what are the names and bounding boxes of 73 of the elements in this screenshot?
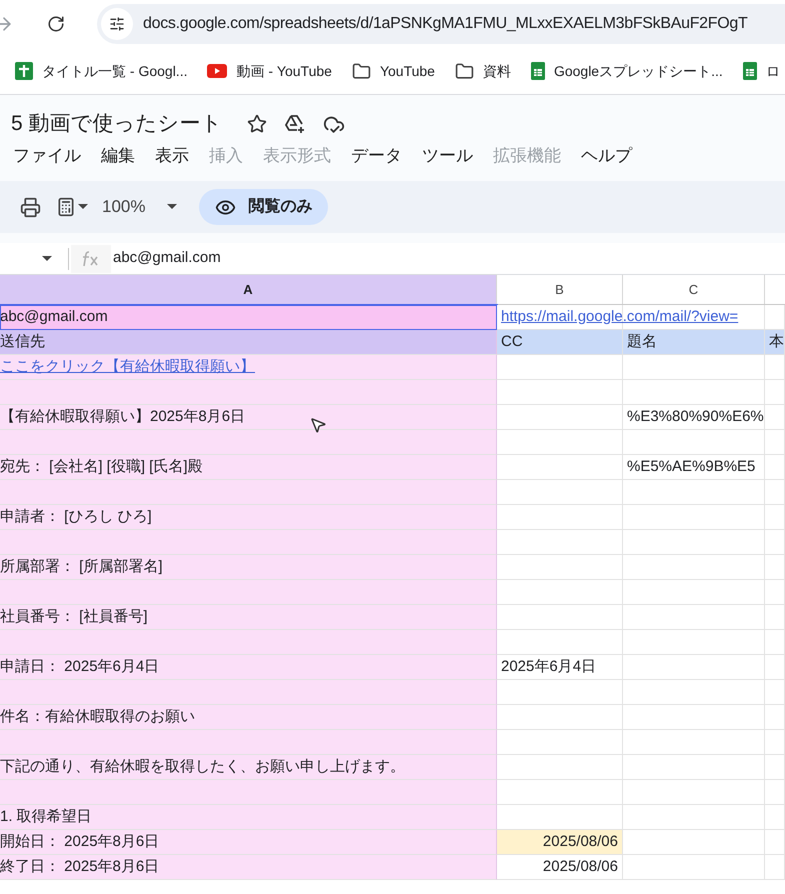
folder-icon <box>454 62 474 80</box>
folder-icon <box>352 62 371 80</box>
link[interactable]: https://mail.google.com/mail/?view= <box>501 306 738 328</box>
table-cell <box>765 580 785 605</box>
table-cell <box>765 430 785 455</box>
bookmark[interactable]: 動画 - YouTube <box>207 60 332 82</box>
format-button[interactable] <box>56 197 88 217</box>
table-cell <box>765 755 785 780</box>
cell-text: 1. 取得希望日 <box>0 806 92 827</box>
table-cell <box>765 380 785 405</box>
cell-text: 宛先： [会社名] [役職] [氏名]殿 <box>0 456 203 477</box>
calculator-icon <box>56 197 76 217</box>
site-info-icon[interactable] <box>109 16 125 32</box>
table-cell <box>765 780 785 805</box>
cell-text: 本 <box>769 332 784 352</box>
date-text: 2025/08/06 <box>542 832 619 852</box>
dropdown-caret-icon[interactable] <box>42 256 52 262</box>
formula-value: abc@gmail.com <box>113 248 221 268</box>
cell-text: 申請日： 2025年6月4日 <box>0 656 160 677</box>
table-cell <box>765 680 785 705</box>
video-play-icon <box>207 64 228 78</box>
table-cell <box>765 480 785 505</box>
document-title[interactable]: 5 動画で使ったシート <box>11 108 223 140</box>
bookmark[interactable]: 資料 <box>454 60 511 82</box>
mouse-cursor-icon <box>309 416 327 434</box>
date-text: 2025/08/06 <box>542 856 619 877</box>
star-icon[interactable] <box>246 114 267 134</box>
table-cell <box>765 630 785 655</box>
table-cell <box>765 530 785 555</box>
cell-text: %E3%80%90%E6% <box>627 406 764 427</box>
bookmark[interactable]: YouTube <box>352 60 435 82</box>
bookmark[interactable]: ロ <box>742 60 780 82</box>
bookmark[interactable]: Googleスプレッドシート... <box>530 60 723 82</box>
table-cell <box>765 730 785 755</box>
menu-item[interactable]: ヘルプ <box>581 143 632 169</box>
table-cell <box>765 830 785 855</box>
cell-text: 【有給休暇取得願い】2025年8月6日 <box>0 406 246 427</box>
column-header[interactable]: A <box>0 275 497 304</box>
cell-text: 終了日： 2025年8月6日 <box>0 856 160 877</box>
cell-text: CC <box>501 332 523 352</box>
cell-text: 所属部署： [所属部署名] <box>0 556 163 577</box>
menu-item[interactable]: 表示 <box>155 143 189 169</box>
table-cell <box>765 555 785 580</box>
cell-text: %E5%AE%9B%E5 <box>627 456 756 477</box>
menu-item[interactable]: 編集 <box>101 143 135 169</box>
table-cell <box>765 805 785 830</box>
cell-text: 開始日： 2025年8月6日 <box>0 832 160 852</box>
cell-text: 題名 <box>627 332 657 352</box>
menu-item[interactable]: ファイル <box>13 143 81 169</box>
menu-item[interactable]: データ <box>351 143 402 169</box>
cell-text: 件名：有給休暇取得のお願い <box>0 706 195 727</box>
table-cell <box>765 605 785 630</box>
table-cell <box>765 705 785 730</box>
view-only-button[interactable]: 閲覧のみ <box>199 189 328 225</box>
cell-text: 2025年6月4日 <box>501 656 596 677</box>
caret-icon <box>78 204 88 210</box>
caret-icon <box>167 204 178 210</box>
cell-text: abc@gmail.com <box>0 306 108 327</box>
cell-text: 社員番号： [社員番号] <box>0 606 148 627</box>
table-cell <box>765 505 785 530</box>
cell-text: 送信先 <box>0 332 45 352</box>
menu-item[interactable]: ツール <box>422 143 473 169</box>
drive-add-icon[interactable] <box>284 114 306 134</box>
reload-icon[interactable] <box>47 15 65 33</box>
zoom-select[interactable]: 100% <box>102 194 178 220</box>
cell-text: 申請者： [ひろし ひろ] <box>0 506 152 527</box>
table-cell <box>765 655 785 680</box>
cell-text: 下記の通り、有給休暇を取得したく、お願い申し上げます。 <box>0 756 405 777</box>
bookmark[interactable]: タイトル一覧 - Googl... <box>15 60 188 82</box>
url-text: docs.google.com/spreadsheets/d/1aPSNKgMA1FMU_MLxxEXAELM3bFSkBAuF2FOgT <box>143 14 748 34</box>
link[interactable]: ここをクリック【有給休暇取得願い】 <box>0 356 255 378</box>
print-icon[interactable] <box>20 196 41 218</box>
address-bar[interactable]: docs.google.com/spreadsheets/d/1aPSNKgMA1FMU_MLxxEXAELM3bFSkBAuF2FOgT <box>97 4 785 44</box>
